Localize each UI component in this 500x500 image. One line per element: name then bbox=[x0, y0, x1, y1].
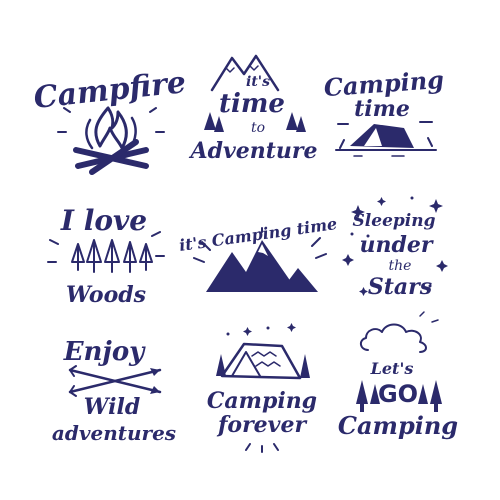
badge-sleeping-under-stars: Sleeping under the Stars bbox=[342, 196, 448, 300]
badge-camping-time-mountains: it's Camping time bbox=[178, 214, 338, 292]
badge-lets-go-camping: Let's GO Camping bbox=[338, 311, 458, 440]
badge-woods-line-2: Woods bbox=[66, 282, 146, 308]
badge-wild-line-3: adventures bbox=[52, 421, 176, 445]
badge-forever-line-1: Camping bbox=[207, 388, 317, 414]
badge-lets-go-line-1: Let's bbox=[370, 359, 414, 378]
badge-stars-line-1: Sleeping bbox=[353, 211, 436, 231]
badge-camping-forever: Camping forever bbox=[207, 323, 317, 453]
badge-time-to-adventure: it's time to Adventure bbox=[189, 54, 318, 164]
badge-adventure-line-3: to bbox=[251, 120, 265, 136]
pine-trees-icon bbox=[47, 231, 165, 273]
camping-badges-sheet: Campfire it's time to Adventure Camping … bbox=[32, 54, 458, 453]
badge-wild-line-1: Enjoy bbox=[63, 337, 146, 367]
campfire-icon bbox=[57, 106, 165, 175]
badge-stars-line-2: under bbox=[360, 232, 434, 258]
badge-lets-go-line-3: Camping bbox=[338, 411, 458, 440]
badge-adventure-line-2: time bbox=[219, 89, 285, 119]
badge-lets-go-line-2: GO bbox=[378, 380, 418, 408]
badge-camping-time: Camping time bbox=[323, 65, 445, 157]
badge-stars-line-4: Stars bbox=[368, 274, 432, 300]
crossed-arrows-icon bbox=[68, 365, 162, 397]
badge-stars-line-3: the bbox=[389, 258, 412, 274]
badge-campfire: Campfire bbox=[32, 65, 188, 175]
badge-adventure-line-1: it's bbox=[246, 74, 270, 90]
badge-adventure-line-4: Adventure bbox=[189, 138, 318, 164]
badge-woods-line-1: I love bbox=[60, 204, 147, 237]
badge-forever-line-2: forever bbox=[216, 412, 308, 438]
tent-icon bbox=[335, 121, 437, 157]
badge-i-love-woods: I love Woods bbox=[47, 204, 165, 308]
tent-stars-icon bbox=[216, 323, 310, 380]
badge-camping-time-line-2: time bbox=[354, 96, 410, 122]
badge-enjoy-wild-adventures: Enjoy Wild adventures bbox=[52, 337, 176, 445]
badge-wild-line-2: Wild bbox=[84, 394, 140, 420]
